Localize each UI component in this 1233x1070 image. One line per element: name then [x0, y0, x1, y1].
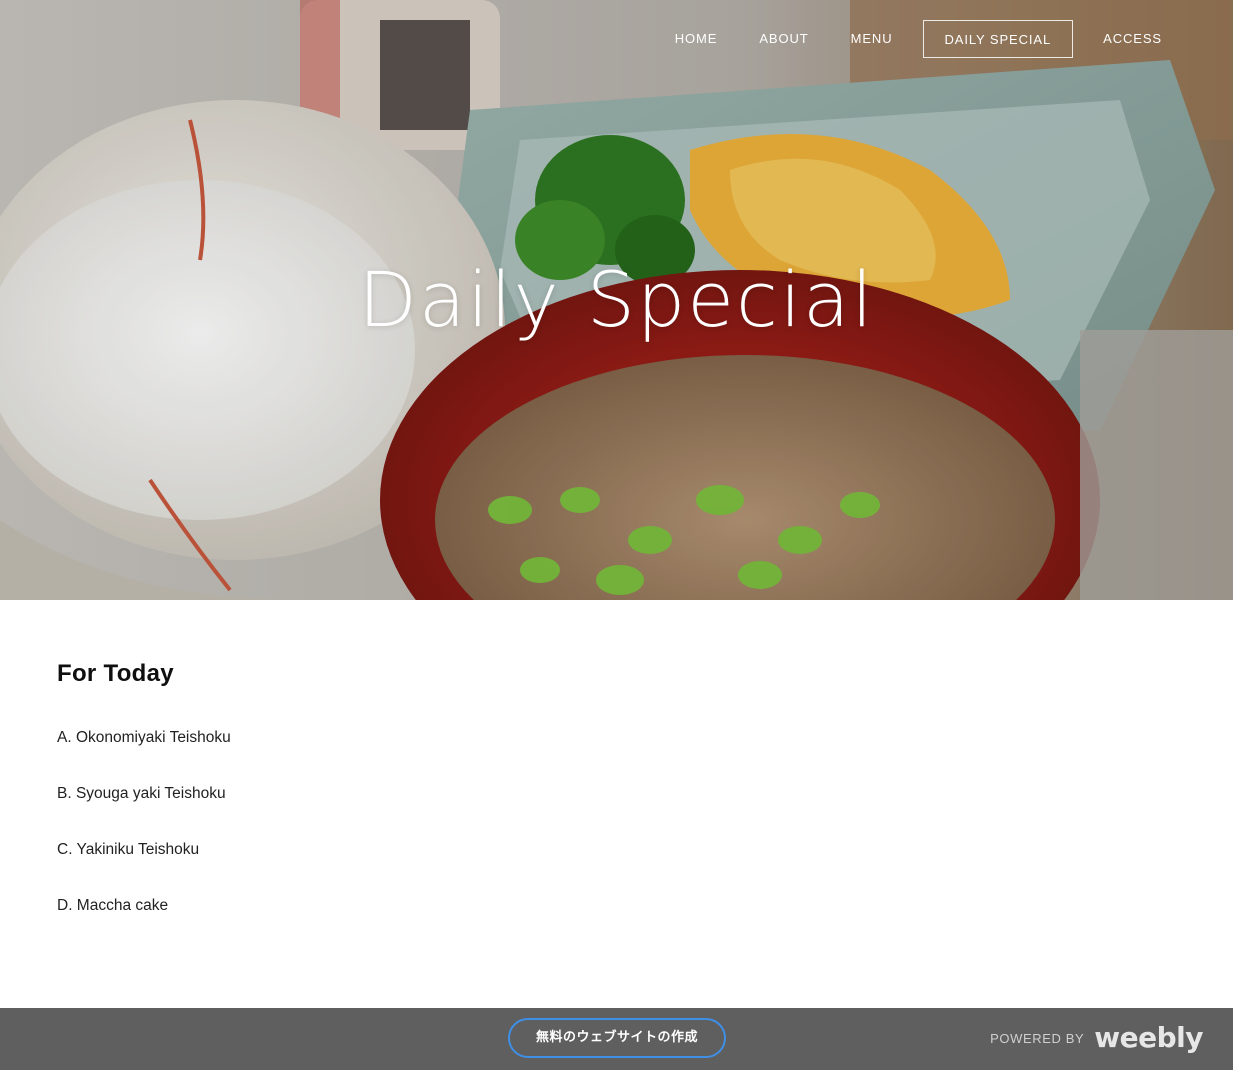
powered-by-label: POWERED BY — [990, 1030, 1085, 1046]
nav-item-about[interactable]: ABOUT — [738, 20, 829, 58]
special-list: A. Okonomiyaki Teishoku B. Syouga yaki T… — [57, 728, 1177, 952]
list-item: A. Okonomiyaki Teishoku — [57, 729, 231, 746]
nav-item-menu[interactable]: MENU — [830, 20, 914, 58]
nav-item-daily-special[interactable]: DAILY SPECIAL — [922, 20, 1074, 58]
footer-bar: 無料のウェブサイトの作成 POWERED BY weebly — [0, 1008, 1233, 1070]
list-item: C. Yakiniku Teishoku — [57, 841, 200, 858]
list-item: B. Syouga yaki Teishoku — [57, 785, 226, 802]
create-website-button[interactable]: 無料のウェブサイトの作成 — [508, 1018, 726, 1058]
page-title: Daily Special — [358, 255, 875, 344]
powered-by-link[interactable]: POWERED BY weebly — [990, 1022, 1203, 1054]
nav-item-home[interactable]: HOME — [654, 20, 739, 58]
section-heading: For Today — [57, 660, 174, 687]
nav-item-access[interactable]: ACCESS — [1082, 20, 1183, 58]
weebly-logo: weebly — [1094, 1021, 1203, 1054]
main-nav: HOME ABOUT MENU DAILY SPECIAL ACCESS — [654, 20, 1183, 58]
list-item: D. Maccha cake — [57, 897, 169, 914]
main-content: For Today A. Okonomiyaki Teishoku B. Syo… — [57, 660, 1177, 952]
hero-banner: HOME ABOUT MENU DAILY SPECIAL ACCESS Dai… — [0, 0, 1233, 600]
